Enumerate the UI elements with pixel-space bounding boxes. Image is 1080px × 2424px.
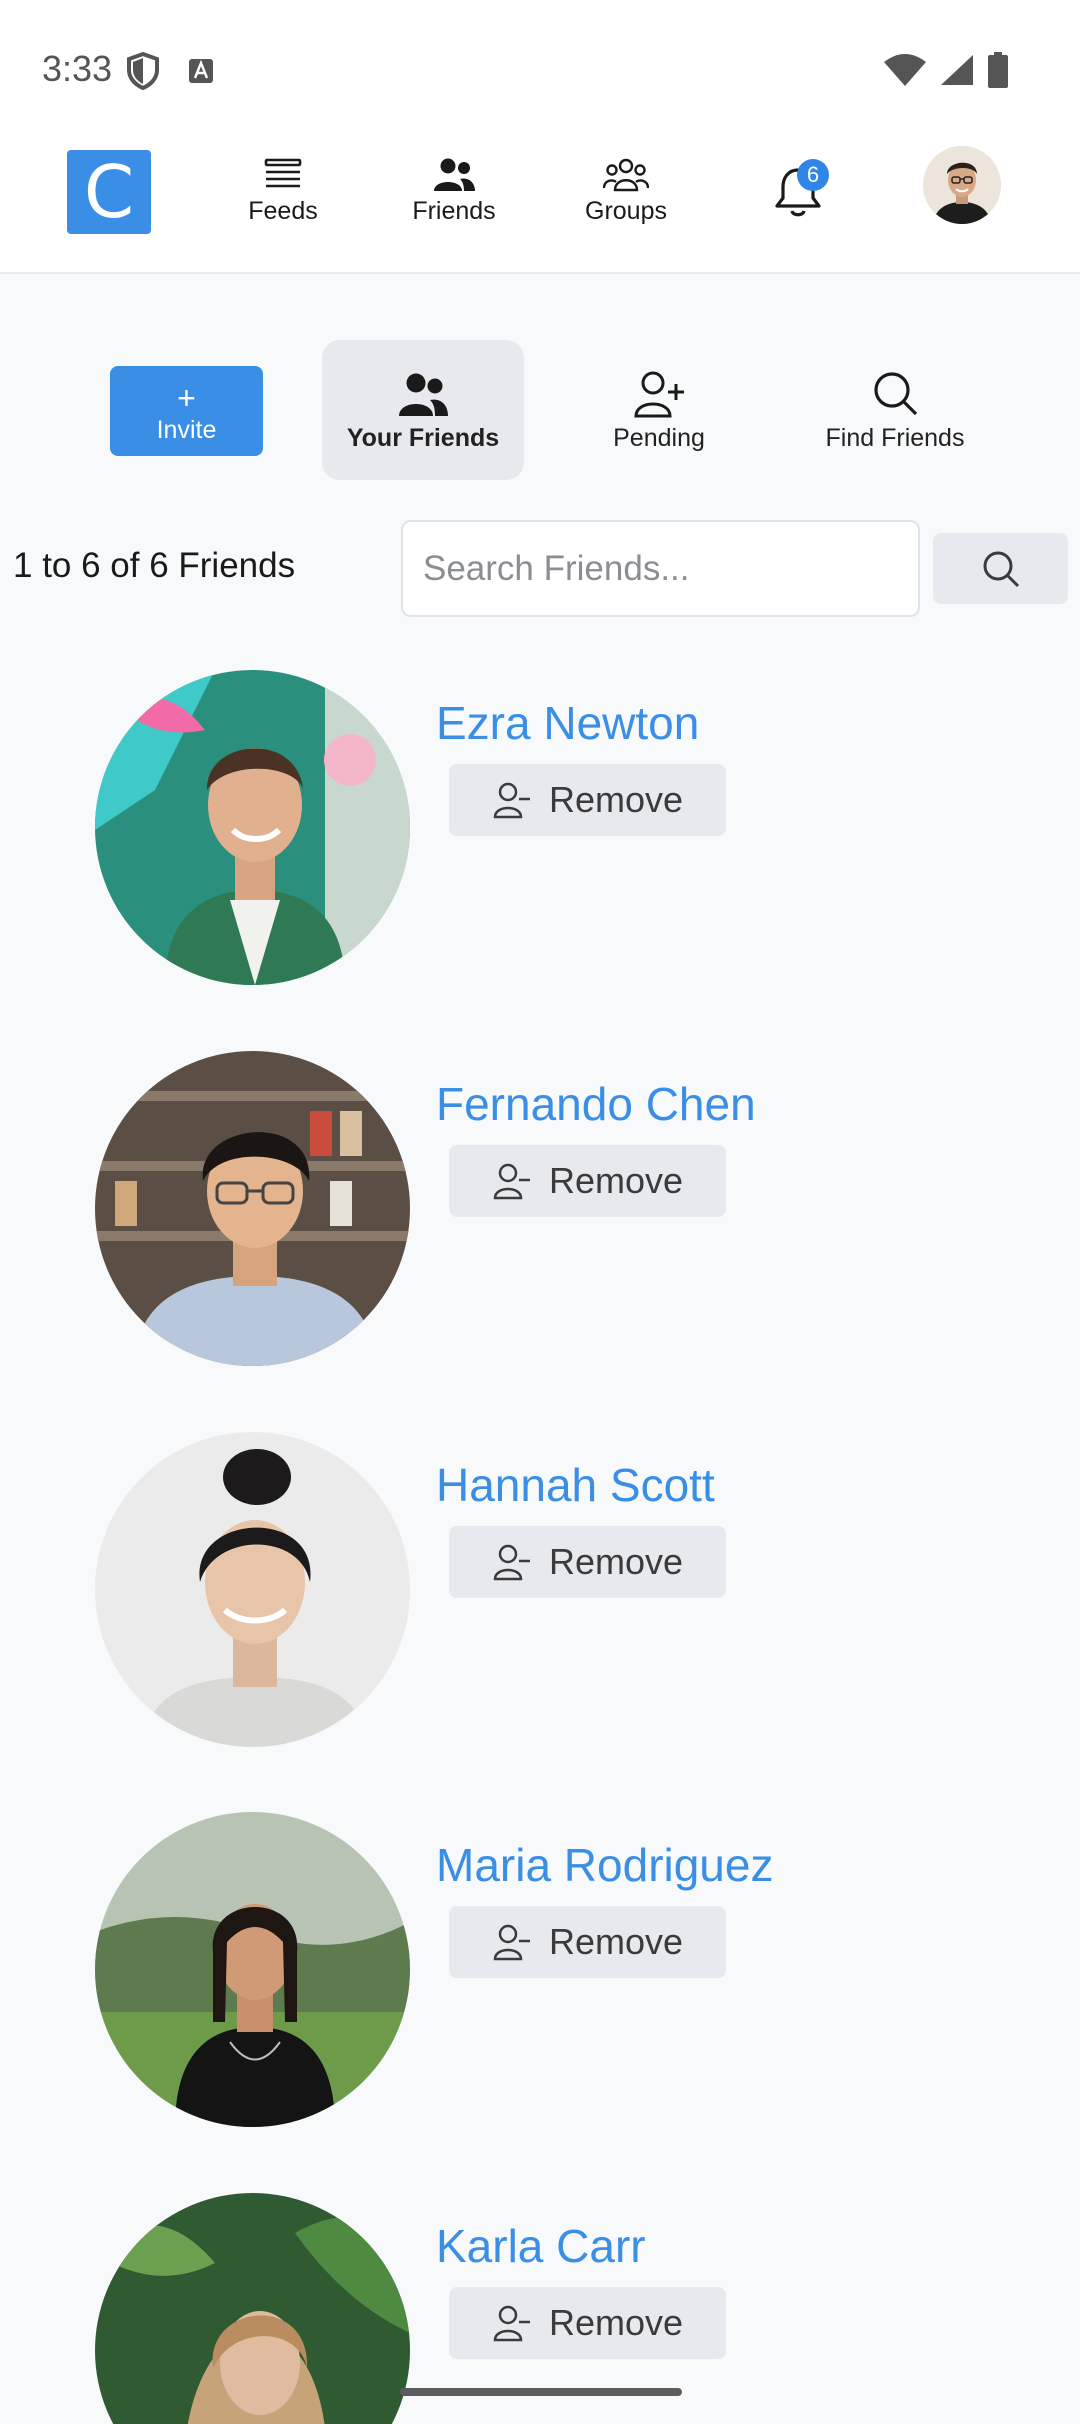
friends-tabs: + Invite Your Friends Pending Find Frien… — [0, 340, 1080, 480]
remove-user-icon — [493, 782, 530, 819]
invite-label: Invite — [156, 416, 217, 444]
tab-your-friends-label: Your Friends — [346, 424, 500, 452]
tab-pending-label: Pending — [613, 424, 705, 452]
status-time: 3:33 — [42, 48, 113, 89]
friend-name[interactable]: Karla Carr — [436, 2219, 646, 2273]
nav-feeds-label: Feeds — [248, 197, 318, 225]
remove-label: Remove — [549, 2302, 684, 2343]
friend-name[interactable]: Hannah Scott — [436, 1458, 715, 1512]
status-bar: 3:33 — [0, 0, 1080, 135]
remove-user-icon — [493, 1924, 530, 1961]
friend-card: Maria Rodriguez Remove — [0, 1812, 1080, 2132]
remove-label: Remove — [549, 1541, 684, 1582]
friend-photo-image — [95, 1812, 410, 2127]
search-friends-input[interactable] — [401, 520, 920, 617]
plus-icon: + — [177, 380, 196, 416]
friend-name[interactable]: Ezra Newton — [436, 696, 699, 750]
tab-find-friends[interactable]: Find Friends — [810, 340, 980, 480]
nav-friends-label: Friends — [412, 197, 496, 225]
groups-icon — [603, 158, 649, 192]
friend-avatar[interactable] — [95, 1051, 410, 1366]
friend-card: Fernando Chen Remove — [0, 1051, 1080, 1371]
remove-friend-button[interactable]: Remove — [449, 1906, 726, 1978]
keyboard-a-icon — [189, 59, 213, 83]
friend-photo-image — [95, 2193, 410, 2424]
app-logo[interactable]: C — [67, 150, 151, 234]
home-indicator[interactable] — [400, 2388, 682, 2396]
remove-label: Remove — [549, 1921, 684, 1962]
friends-count: 1 to 6 of 6 Friends — [13, 546, 296, 585]
tab-your-friends[interactable]: Your Friends — [322, 340, 524, 480]
remove-friend-button[interactable]: Remove — [449, 764, 726, 836]
nav-groups[interactable]: Groups — [556, 157, 696, 226]
remove-friend-button[interactable]: Remove — [449, 1526, 726, 1598]
remove-friend-button[interactable]: Remove — [449, 2287, 726, 2359]
remove-label: Remove — [549, 1160, 684, 1201]
signal-icon — [941, 55, 973, 85]
friend-name[interactable]: Fernando Chen — [436, 1077, 756, 1131]
feeds-icon — [264, 158, 302, 188]
friend-avatar[interactable] — [95, 670, 410, 985]
screen: 3:33 C Feeds Friends Groups 6 + Invite Y… — [0, 0, 1080, 2424]
friend-avatar[interactable] — [95, 1812, 410, 2127]
search-icon — [874, 372, 918, 416]
friend-card: Hannah Scott Remove — [0, 1432, 1080, 1752]
friend-photo-image — [95, 670, 410, 985]
remove-label: Remove — [549, 779, 684, 820]
remove-user-icon — [493, 2305, 530, 2342]
app-header: C Feeds Friends Groups 6 — [0, 135, 1080, 274]
friends-icon — [434, 158, 475, 191]
remove-friend-button[interactable]: Remove — [449, 1145, 726, 1217]
friend-name[interactable]: Maria Rodriguez — [436, 1838, 773, 1892]
search-icon — [983, 551, 1019, 587]
add-user-icon — [634, 371, 684, 418]
status-icons — [884, 52, 1008, 88]
nav-friends[interactable]: Friends — [384, 157, 524, 226]
invite-button[interactable]: + Invite — [110, 366, 263, 456]
tab-find-friends-label: Find Friends — [825, 424, 965, 452]
friend-photo-image — [95, 1432, 410, 1747]
friends-icon — [399, 373, 448, 416]
friend-avatar[interactable] — [95, 1432, 410, 1747]
remove-user-icon — [493, 1163, 530, 1200]
friend-photo-image — [95, 1051, 410, 1366]
user-avatar-image — [923, 146, 1001, 224]
battery-icon — [988, 52, 1008, 88]
friend-avatar[interactable] — [95, 2193, 410, 2424]
friend-card: Ezra Newton Remove — [0, 670, 1080, 990]
nav-groups-label: Groups — [585, 197, 667, 225]
user-avatar[interactable] — [923, 146, 1001, 224]
notification-badge: 6 — [797, 159, 829, 191]
remove-user-icon — [493, 1544, 530, 1581]
nav-feeds[interactable]: Feeds — [213, 157, 353, 226]
search-button[interactable] — [933, 533, 1068, 604]
tab-pending[interactable]: Pending — [580, 340, 738, 480]
shield-icon — [127, 52, 159, 90]
wifi-icon — [884, 54, 926, 86]
